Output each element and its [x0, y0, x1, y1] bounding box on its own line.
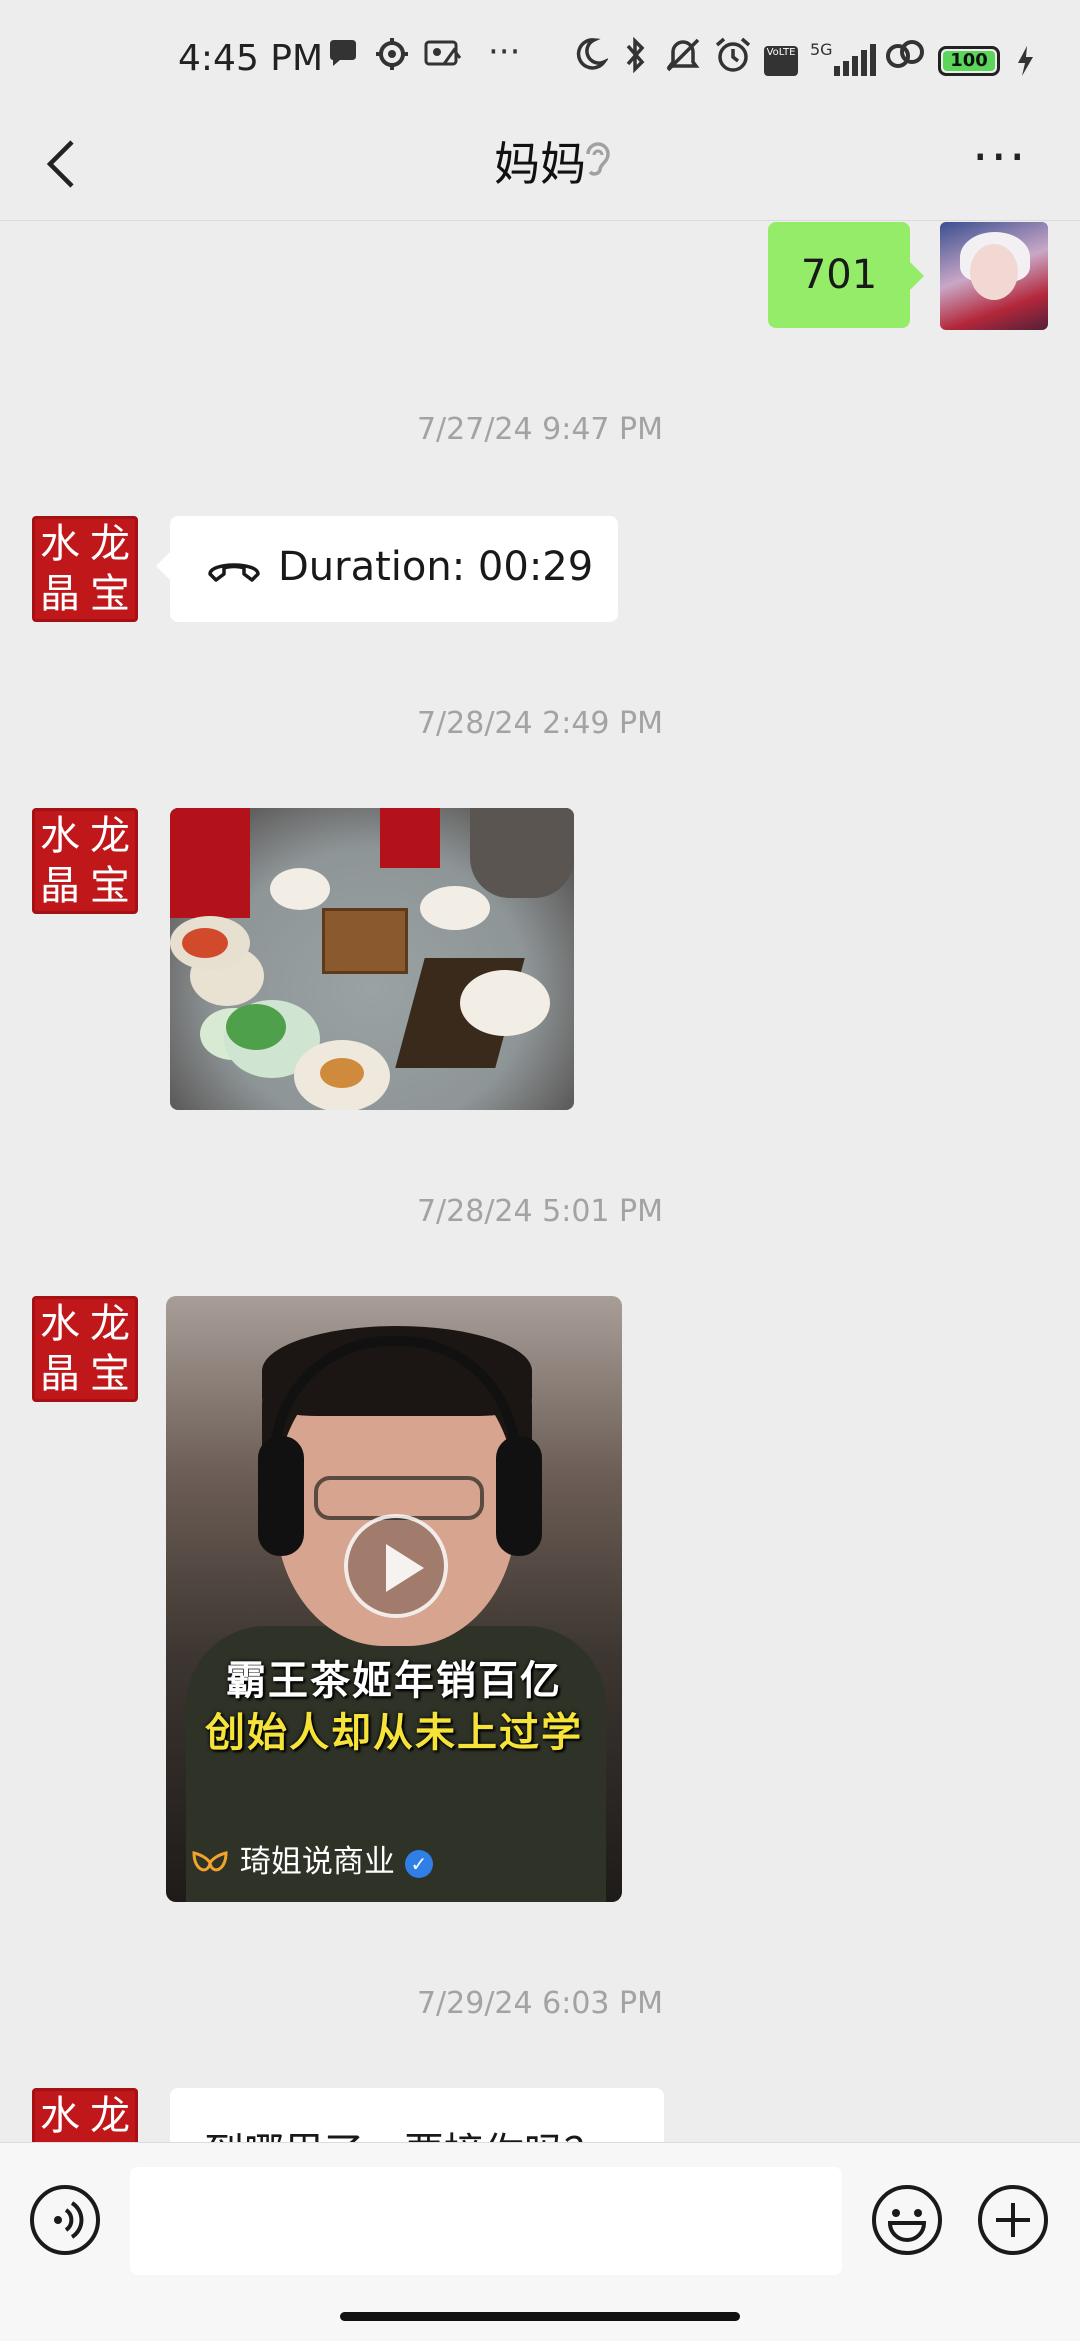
plus-button[interactable] — [978, 2185, 1048, 2255]
more-dots-icon: ··· — [488, 32, 521, 72]
timestamp: 7/28/24 2:49 PM — [416, 706, 664, 741]
avatar-contact[interactable]: 水龙 晶宝 — [32, 808, 138, 914]
channel-logo-icon — [192, 1850, 228, 1871]
status-time: 4:45 PM — [178, 38, 324, 79]
emoji-icon — [887, 2209, 927, 2242]
bell-muted-icon — [664, 36, 702, 83]
avatar-contact[interactable]: 水龙 晶宝 — [32, 1296, 138, 1402]
avatar-self[interactable] — [940, 222, 1048, 330]
avatar-contact[interactable]: 水龙 晶宝 — [32, 516, 138, 622]
more-options-button[interactable]: ··· — [972, 128, 1028, 188]
play-icon[interactable] — [344, 1514, 448, 1618]
call-record-bubble[interactable]: Duration: 00:29 — [156, 516, 618, 622]
chat-title[interactable]: 妈妈 — [0, 128, 1080, 194]
message-bubble-contact[interactable]: 到哪里了，要接你吗？ — [170, 2088, 664, 2142]
status-bar: 4:45 PM ··· VoLTE 5G 100 — [0, 0, 1080, 110]
video-caption-line1: 霸王茶姬年销百亿 — [226, 1658, 562, 1704]
message-text: 到哪里了，要接你吗？ — [204, 2120, 604, 2142]
message-input[interactable] — [130, 2167, 842, 2275]
moon-icon — [572, 36, 610, 81]
message-bubble-self[interactable]: 701 — [768, 222, 924, 328]
battery-icon: 100 — [938, 46, 1000, 76]
emoji-button[interactable] — [872, 2185, 942, 2255]
link-icon — [884, 36, 928, 81]
video-caption-line2: 创始人却从未上过学 — [205, 1710, 583, 1756]
video-message[interactable]: 霸王茶姬年销百亿 创始人却从未上过学 琦姐说商业 ✓ — [166, 1296, 622, 1902]
bluetooth-icon — [622, 36, 650, 83]
message-icon — [326, 36, 360, 79]
voice-button[interactable] — [30, 2185, 100, 2255]
call-duration: Duration: 00:29 — [278, 544, 594, 590]
battery-level: 100 — [943, 51, 995, 71]
timestamp: 7/29/24 6:03 PM — [416, 1986, 664, 2021]
5g-signal-icon — [808, 44, 878, 82]
ear-icon — [580, 138, 614, 191]
photo-icon — [424, 36, 462, 79]
alarm-icon — [714, 36, 752, 83]
verified-icon: ✓ — [404, 1849, 433, 1878]
image-message[interactable] — [170, 808, 574, 1110]
message-partial-clip: 水龙 晶宝 到哪里了，要接你吗？ — [0, 2088, 1080, 2142]
charging-icon — [1014, 44, 1036, 82]
video-source: 琦姐说商业 ✓ — [190, 1836, 433, 1881]
message-text: 701 — [800, 252, 878, 298]
plus-icon — [996, 2203, 1030, 2237]
voice-icon — [54, 2201, 84, 2239]
avatar-contact[interactable]: 水龙 晶宝 — [32, 2088, 138, 2142]
timestamp: 7/28/24 5:01 PM — [416, 1194, 664, 1229]
timestamp: 7/27/24 9:47 PM — [416, 412, 664, 447]
home-indicator — [340, 2312, 740, 2321]
gear-icon — [374, 36, 410, 81]
chat-header: 妈妈 ··· — [0, 110, 1080, 221]
volte-icon: VoLTE — [764, 46, 798, 76]
video-source-name: 琦姐说商业 — [239, 1844, 395, 1880]
phone-hangup-icon — [206, 552, 262, 590]
